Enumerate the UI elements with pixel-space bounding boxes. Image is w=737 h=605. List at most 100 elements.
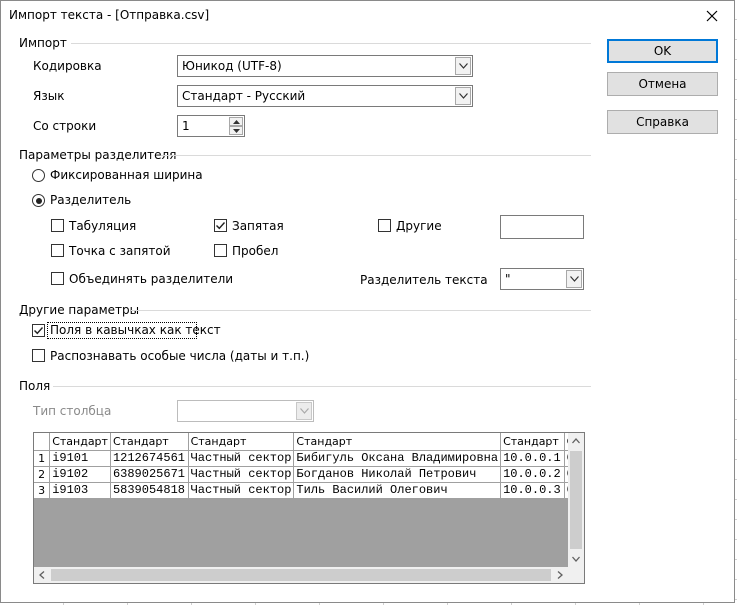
data-preview-grid[interactable]: Стандарт Стандарт Стандарт Стандарт Стан… <box>33 432 585 584</box>
vertical-scrollbar[interactable] <box>568 433 584 567</box>
detect-special-numbers-checkbox[interactable] <box>32 349 45 362</box>
column-header[interactable]: Стандарт <box>293 433 502 451</box>
table-cell: i9102 <box>49 466 111 483</box>
text-delimiter-label: Разделитель текста <box>360 273 488 287</box>
other-label: Другие <box>396 219 442 233</box>
close-icon <box>706 10 718 22</box>
separator-section-title: Параметры разделителя <box>19 148 177 162</box>
column-type-dropdown-button[interactable] <box>296 402 312 420</box>
other-options-section-title: Другие параметры <box>19 303 140 317</box>
other-checkbox[interactable] <box>378 219 391 232</box>
cancel-button[interactable]: Отмена <box>607 72 718 96</box>
space-checkbox[interactable] <box>214 244 227 257</box>
table-cell: Богданов Николай Петрович <box>293 466 502 483</box>
radio-selected-dot <box>35 197 42 204</box>
ok-button[interactable]: OK <box>607 39 718 63</box>
table-row: 1 i9101 1212674561 Частный сектор Бибигу… <box>34 450 584 467</box>
language-select[interactable]: Стандарт - Русский <box>177 85 473 107</box>
column-header[interactable]: Стандарт <box>49 433 111 451</box>
table-cell: 10.0.0.2 <box>500 466 565 483</box>
row-number[interactable]: 2 <box>34 466 51 483</box>
row-number[interactable]: 3 <box>34 482 51 499</box>
import-section-divider <box>71 43 591 44</box>
table-cell: Частный сектор <box>188 482 295 499</box>
preview-table: Стандарт Стандарт Стандарт Стандарт Стан… <box>34 433 584 499</box>
chevron-down-icon <box>299 408 309 414</box>
window-title: Импорт текста - [Отправка.csv] <box>9 8 210 22</box>
column-type-select[interactable] <box>177 400 314 422</box>
scroll-down-button[interactable] <box>568 551 584 567</box>
from-row-value: 1 <box>182 119 190 133</box>
from-row-spinner[interactable]: 1 <box>177 115 245 137</box>
horizontal-scroll-thumb[interactable] <box>51 569 551 581</box>
close-button[interactable] <box>700 4 724 28</box>
separated-by-radio[interactable] <box>32 194 45 207</box>
table-cell: 6389025671 <box>110 466 189 483</box>
quoted-as-text-label: Поля в кавычках как текст <box>50 323 221 337</box>
horizontal-scrollbar[interactable] <box>34 567 568 583</box>
spin-up-button[interactable] <box>229 117 243 126</box>
language-label: Язык <box>33 89 65 103</box>
separated-by-label: Разделитель <box>50 193 132 207</box>
table-cell: Бибигуль Оксана Владимировна <box>293 450 502 467</box>
scrollbar-corner <box>568 567 584 583</box>
other-options-section-divider <box>131 310 591 311</box>
chevron-down-icon <box>458 93 468 99</box>
table-row: 3 i9103 5839054818 Частный сектор Тиль В… <box>34 482 584 499</box>
text-import-dialog: Импорт текста - [Отправка.csv] Импорт Ко… <box>0 0 735 603</box>
language-dropdown-button[interactable] <box>455 87 471 105</box>
chevron-down-icon <box>458 63 468 69</box>
fixed-width-radio[interactable] <box>32 169 45 182</box>
titlebar: Импорт текста - [Отправка.csv] <box>1 1 734 31</box>
merge-delimiters-checkbox[interactable] <box>51 272 64 285</box>
encoding-dropdown-button[interactable] <box>455 57 471 75</box>
other-separator-input[interactable] <box>500 215 584 239</box>
fields-section-divider <box>53 386 591 387</box>
table-cell: Частный сектор <box>188 450 295 467</box>
table-row: 2 i9102 6389025671 Частный сектор Богдан… <box>34 466 584 483</box>
text-delimiter-dropdown-button[interactable] <box>566 270 582 288</box>
scroll-up-button[interactable] <box>568 433 584 449</box>
corner-cell <box>34 433 51 451</box>
fields-section-title: Поля <box>19 379 51 393</box>
separator-section-divider <box>161 155 591 156</box>
column-header[interactable]: Стандарт <box>110 433 189 451</box>
spin-down-icon <box>232 128 240 133</box>
scroll-right-button[interactable] <box>552 567 568 583</box>
table-cell: i9103 <box>49 482 111 499</box>
table-cell: Частный сектор <box>188 466 295 483</box>
chevron-down-icon <box>569 276 579 282</box>
scroll-left-button[interactable] <box>34 567 50 583</box>
quoted-as-text-checkbox[interactable] <box>32 324 45 337</box>
import-section-title: Импорт <box>19 36 67 50</box>
tab-label: Табуляция <box>69 219 137 233</box>
spin-down-button[interactable] <box>229 126 243 135</box>
column-type-label: Тип столбца <box>33 404 112 418</box>
column-header[interactable]: Стандарт <box>500 433 565 451</box>
from-row-label: Со строки <box>33 119 97 133</box>
language-value: Стандарт - Русский <box>182 89 306 103</box>
encoding-select[interactable]: Юникод (UTF-8) <box>177 55 473 77</box>
encoding-value: Юникод (UTF-8) <box>182 59 282 73</box>
table-cell: Тиль Василий Олегович <box>293 482 502 499</box>
comma-checkbox[interactable] <box>214 219 227 232</box>
tab-checkbox[interactable] <box>51 219 64 232</box>
table-cell: 5839054818 <box>110 482 189 499</box>
text-delimiter-select[interactable]: " <box>500 268 584 290</box>
detect-special-numbers-label: Распознавать особые числа (даты и т.п.) <box>50 349 310 363</box>
semicolon-checkbox[interactable] <box>51 244 64 257</box>
table-cell: 10.0.0.1 <box>500 450 565 467</box>
fixed-width-label: Фиксированная ширина <box>50 168 203 182</box>
column-header[interactable]: Стандарт <box>188 433 295 451</box>
help-button[interactable]: Справка <box>607 110 718 134</box>
spin-up-icon <box>232 119 240 124</box>
table-cell: i9101 <box>49 450 111 467</box>
vertical-scroll-thumb[interactable] <box>570 451 582 549</box>
row-number[interactable]: 1 <box>34 450 51 467</box>
text-delimiter-value: " <box>505 272 511 286</box>
merge-delimiters-label: Объединять разделители <box>69 272 234 286</box>
semicolon-label: Точка с запятой <box>69 244 171 258</box>
table-cell: 10.0.0.3 <box>500 482 565 499</box>
chevron-right-icon <box>557 571 563 579</box>
table-cell: 1212674561 <box>110 450 189 467</box>
